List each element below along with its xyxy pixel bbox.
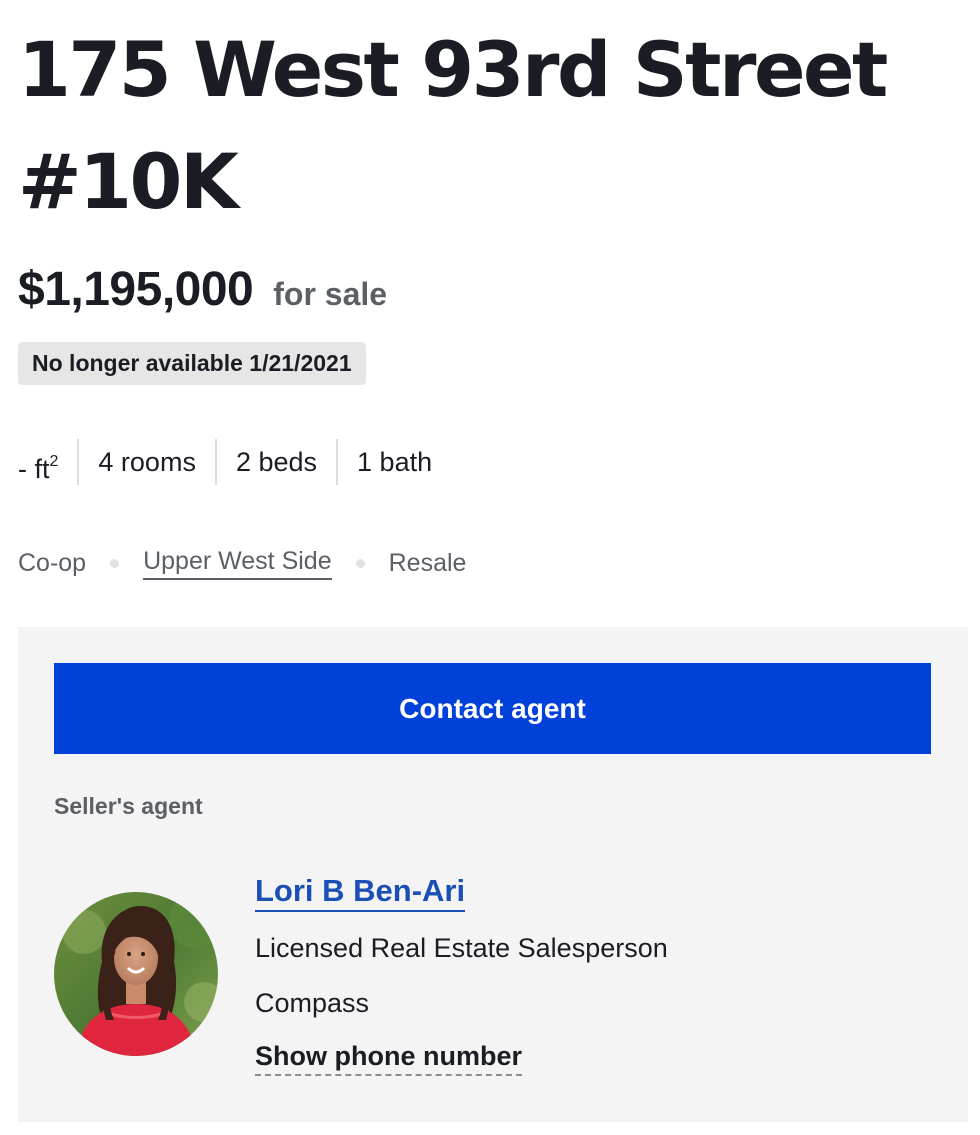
listing-price: $1,195,000 [18,263,254,316]
listing-header: 175 West 93rd Street #10K $1,195,000 for… [18,0,968,583]
listing-tags: Co-op Upper West Side Resale [18,543,968,583]
sellers-agent-label: Seller's agent [54,793,203,819]
agent-role: Licensed Real Estate Salesperson [255,933,668,963]
status-badge: No longer available 1/21/2021 [18,342,366,385]
listing-title: 175 West 93rd Street #10K [18,25,888,226]
spec-area-unit-sup: 2 [49,453,59,470]
show-phone-number-link[interactable]: Show phone number [255,1038,522,1076]
tag-market: Resale [388,548,467,577]
tag-neighborhood-link[interactable]: Upper West Side [143,547,332,580]
agent-info: Lori B Ben-Ari Licensed Real Estate Sale… [255,872,668,1076]
price-row: $1,195,000 for sale [18,262,968,322]
spec-baths: 1 bath [336,439,451,485]
spec-beds: 2 beds [214,439,336,485]
contact-agent-button[interactable]: Contact agent [54,663,931,754]
spec-area: - ft2 [18,439,77,485]
spec-area-value: - ft [18,454,50,484]
sale-type-label: for sale [273,276,388,312]
agent-name-link[interactable]: Lori B Ben-Ari [255,872,466,912]
agent-portrait-photo-icon [54,892,218,1056]
tag-separator-dot [110,558,120,568]
agent-company: Compass [255,988,370,1018]
tag-separator-dot [355,558,365,568]
agent-avatar[interactable] [54,892,218,1056]
spec-rooms: 4 rooms [77,439,215,485]
tag-building-type: Co-op [18,548,87,577]
agent-panel: Contact agent Seller's agent Lori B Ben-… [18,627,968,1122]
listing-specs: - ft2 4 rooms 2 beds 1 bath [18,439,968,485]
